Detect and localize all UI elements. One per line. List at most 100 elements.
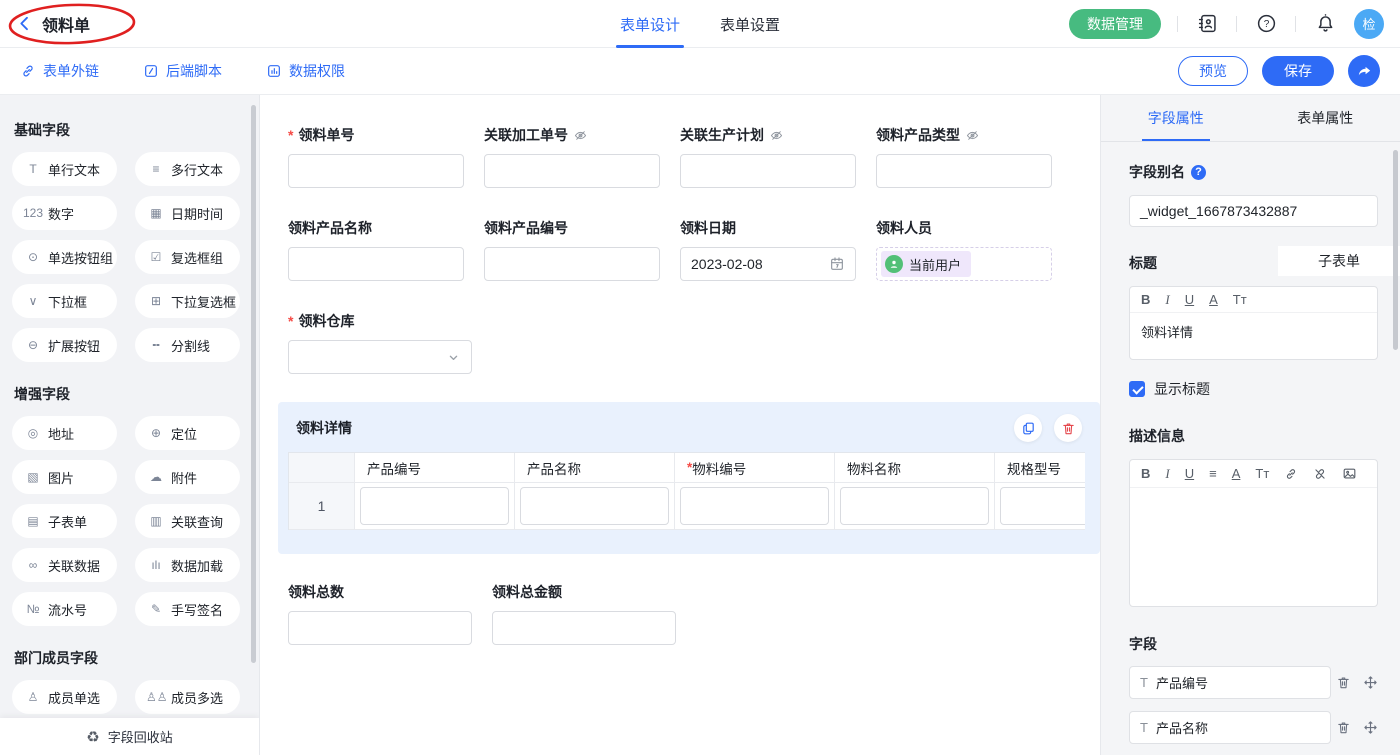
staff-input[interactable]: 当前用户 bbox=[876, 247, 1052, 281]
field-type-label: 子表单 bbox=[48, 512, 87, 531]
field-single-line-text[interactable]: T 单行文本 bbox=[12, 152, 117, 186]
copy-widget-button[interactable] bbox=[1014, 414, 1042, 442]
move-field-button[interactable] bbox=[1363, 720, 1378, 735]
align-button[interactable]: ≡ bbox=[1209, 467, 1217, 480]
save-button[interactable]: 保存 bbox=[1262, 56, 1334, 86]
production-plan-input[interactable] bbox=[680, 154, 856, 188]
field-address[interactable]: ◎ 地址 bbox=[12, 416, 117, 450]
field-checkbox-group[interactable]: ☑ 复选框组 bbox=[135, 240, 240, 274]
field-date[interactable]: 领料日期 2023-02-08 bbox=[680, 218, 856, 281]
field-location[interactable]: ⊕ 定位 bbox=[135, 416, 240, 450]
field-data-load[interactable]: ılı 数据加载 bbox=[135, 548, 240, 582]
field-number[interactable]: 123 数字 bbox=[12, 196, 117, 230]
subform-cell-input[interactable] bbox=[360, 487, 509, 525]
subform-widget[interactable]: 领料详情 bbox=[278, 402, 1100, 554]
user-avatar[interactable]: 检 bbox=[1354, 9, 1384, 39]
field-recycle-bin-button[interactable]: ♻ 字段回收站 bbox=[0, 718, 259, 755]
delete-field-button[interactable] bbox=[1336, 675, 1351, 690]
product-no-input[interactable] bbox=[484, 247, 660, 281]
field-select[interactable]: ∨ 下拉框 bbox=[12, 284, 117, 318]
field-linked-query[interactable]: ▥ 关联查询 bbox=[135, 504, 240, 538]
field-multi-line-text[interactable]: ≡ 多行文本 bbox=[135, 152, 240, 186]
font-color-button[interactable]: A bbox=[1209, 293, 1218, 306]
field-item[interactable]: T 产品编号 bbox=[1129, 666, 1331, 699]
font-color-button[interactable]: A bbox=[1232, 467, 1241, 480]
tab-form-props[interactable]: 表单属性 bbox=[1251, 95, 1400, 141]
sidebar-scrollbar[interactable] bbox=[251, 105, 256, 663]
field-product-no[interactable]: 领料产品编号 bbox=[484, 218, 660, 281]
tab-field-props[interactable]: 字段属性 bbox=[1101, 95, 1251, 141]
field-staff[interactable]: 领料人员 当前用户 bbox=[876, 218, 1052, 281]
back-button[interactable]: 领料单 bbox=[16, 12, 90, 36]
title-editor-content[interactable]: 领料详情 bbox=[1130, 313, 1377, 359]
field-serial-number[interactable]: № 流水号 bbox=[12, 592, 117, 626]
field-total-amount[interactable]: 领料总金额 bbox=[492, 582, 676, 645]
product-name-input[interactable] bbox=[288, 247, 464, 281]
font-size-button[interactable]: Tт bbox=[1255, 467, 1269, 480]
field-extend-button[interactable]: ⊖ 扩展按钮 bbox=[12, 328, 117, 362]
field-member-single[interactable]: ♙ 成员单选 bbox=[12, 680, 117, 714]
field-process-order[interactable]: 关联加工单号 bbox=[484, 125, 660, 188]
field-type-label: 下拉复选框 bbox=[171, 292, 236, 311]
subform-cell-input[interactable] bbox=[680, 487, 829, 525]
insert-link-button[interactable] bbox=[1284, 467, 1298, 481]
bold-button[interactable]: B bbox=[1141, 467, 1150, 480]
help-button[interactable]: ? bbox=[1253, 11, 1279, 37]
total-amount-input[interactable] bbox=[492, 611, 676, 645]
italic-button[interactable]: I bbox=[1165, 467, 1169, 480]
help-badge-icon[interactable]: ? bbox=[1191, 165, 1206, 180]
field-attachment[interactable]: ☁ 附件 bbox=[135, 460, 240, 494]
field-product-type[interactable]: 领料产品类型 bbox=[876, 125, 1052, 188]
underline-button[interactable]: U bbox=[1185, 467, 1194, 480]
description-editor-content[interactable] bbox=[1130, 488, 1377, 606]
order-no-input[interactable] bbox=[288, 154, 464, 188]
data-manage-button[interactable]: 数据管理 bbox=[1069, 9, 1161, 39]
bold-button[interactable]: B bbox=[1141, 293, 1150, 306]
field-radio-group[interactable]: ⊙ 单选按钮组 bbox=[12, 240, 117, 274]
warehouse-select[interactable] bbox=[288, 340, 472, 374]
image-icon bbox=[1342, 466, 1357, 481]
total-qty-input[interactable] bbox=[288, 611, 472, 645]
font-size-button[interactable]: Tт bbox=[1233, 293, 1247, 306]
delete-field-button[interactable] bbox=[1336, 720, 1351, 735]
field-divider[interactable]: ╍ 分割线 bbox=[135, 328, 240, 362]
insert-image-button[interactable] bbox=[1342, 466, 1357, 481]
field-signature[interactable]: ✎ 手写签名 bbox=[135, 592, 240, 626]
italic-button[interactable]: I bbox=[1165, 293, 1169, 306]
share-button[interactable] bbox=[1348, 55, 1380, 87]
data-permission-link[interactable]: 数据权限 bbox=[266, 61, 345, 81]
delete-widget-button[interactable] bbox=[1054, 414, 1082, 442]
move-field-button[interactable] bbox=[1363, 675, 1378, 690]
preview-button[interactable]: 预览 bbox=[1178, 56, 1248, 86]
alias-input[interactable]: _widget_1667873432887 bbox=[1129, 195, 1378, 227]
field-member-multi[interactable]: ♙♙ 成员多选 bbox=[135, 680, 240, 714]
underline-button[interactable]: U bbox=[1185, 293, 1194, 306]
inspector-scrollbar[interactable] bbox=[1393, 150, 1398, 350]
subform-cell-input[interactable] bbox=[520, 487, 669, 525]
field-warehouse[interactable]: *领料仓库 bbox=[288, 311, 472, 374]
field-multi-select[interactable]: ⊞ 下拉复选框 bbox=[135, 284, 240, 318]
show-title-checkbox[interactable] bbox=[1129, 381, 1145, 397]
field-order-no[interactable]: *领料单号 bbox=[288, 125, 464, 188]
current-user-chip[interactable]: 当前用户 bbox=[881, 251, 971, 277]
field-item[interactable]: T 产品名称 bbox=[1129, 711, 1331, 744]
subform-cell-input[interactable] bbox=[840, 487, 989, 525]
remove-link-button[interactable] bbox=[1313, 467, 1327, 481]
tab-form-design[interactable]: 表单设计 bbox=[612, 0, 688, 48]
field-total-qty[interactable]: 领料总数 bbox=[288, 582, 472, 645]
product-type-input[interactable] bbox=[876, 154, 1052, 188]
field-subform[interactable]: ▤ 子表单 bbox=[12, 504, 117, 538]
field-product-name[interactable]: 领料产品名称 bbox=[288, 218, 464, 281]
field-production-plan[interactable]: 关联生产计划 bbox=[680, 125, 856, 188]
contacts-button[interactable] bbox=[1194, 11, 1220, 37]
notifications-button[interactable] bbox=[1312, 11, 1338, 37]
tab-form-settings[interactable]: 表单设置 bbox=[712, 0, 788, 48]
subform-cell-input[interactable] bbox=[1000, 487, 1085, 525]
field-linked-data[interactable]: ∞ 关联数据 bbox=[12, 548, 117, 582]
form-external-link[interactable]: 表单外链 bbox=[20, 61, 99, 81]
process-order-input[interactable] bbox=[484, 154, 660, 188]
field-image[interactable]: ▧ 图片 bbox=[12, 460, 117, 494]
date-input[interactable]: 2023-02-08 bbox=[680, 247, 856, 281]
field-datetime[interactable]: ▦ 日期时间 bbox=[135, 196, 240, 230]
backend-script-link[interactable]: 后端脚本 bbox=[143, 61, 222, 81]
